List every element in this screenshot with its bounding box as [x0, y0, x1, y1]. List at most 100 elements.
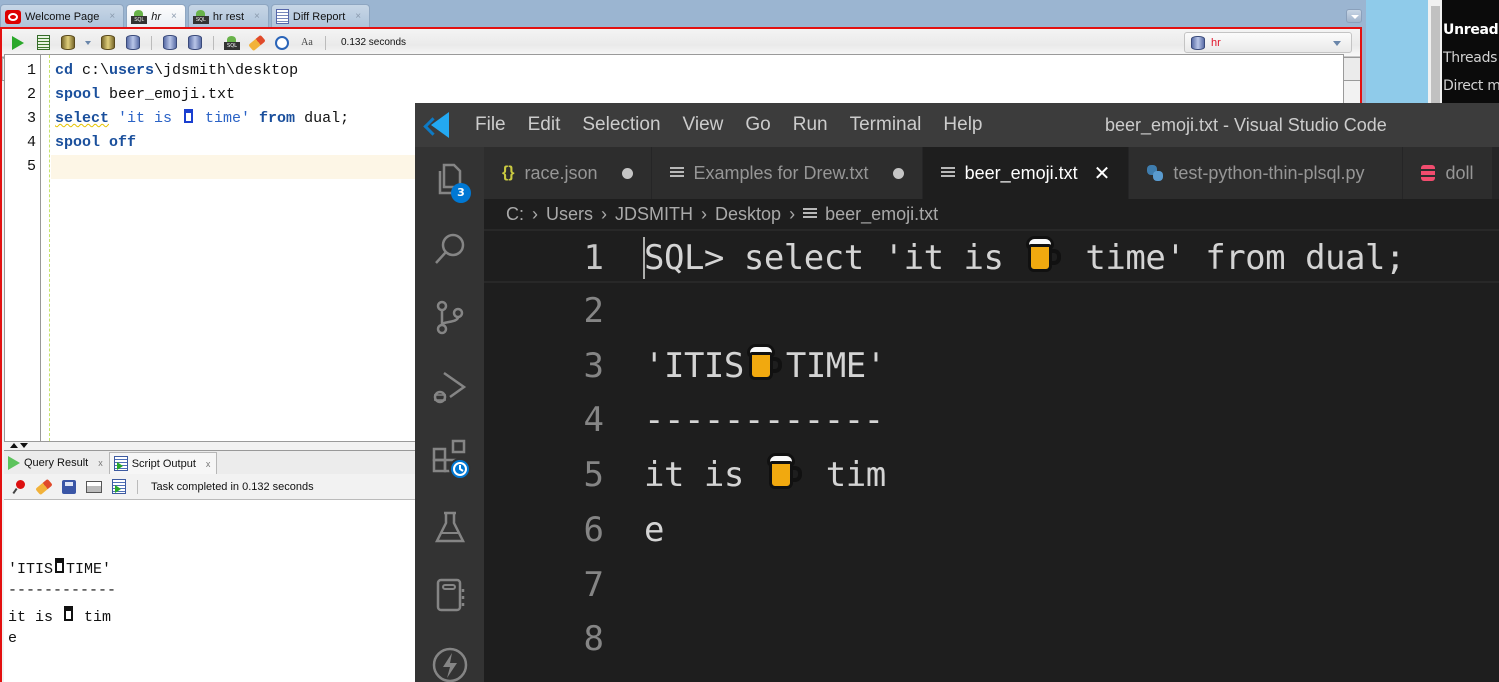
- azure-functions-button[interactable]: [432, 647, 468, 682]
- autotrace-dropdown[interactable]: [84, 34, 92, 52]
- oracle-icon: [5, 9, 21, 24]
- sidebar-item-unreads[interactable]: Unreads: [1443, 22, 1499, 38]
- explorer-button[interactable]: 3: [432, 161, 471, 203]
- save-output-button[interactable]: [60, 478, 78, 496]
- menu-view[interactable]: View: [683, 114, 724, 136]
- line-text: SQL> select 'it is time' from dual;: [644, 231, 1405, 285]
- close-icon[interactable]: ×: [171, 11, 177, 22]
- autotrace-button[interactable]: [59, 34, 77, 52]
- run-debug-button[interactable]: [432, 369, 468, 405]
- sql-worksheet-icon: [224, 35, 240, 50]
- tuning-advisor-icon: [126, 35, 140, 50]
- run-script-output-button[interactable]: [110, 478, 128, 496]
- sql-connection-icon: [131, 9, 148, 24]
- tab-diff-report[interactable]: Diff Report ×: [270, 4, 371, 28]
- title-bar: File Edit Selection View Go Run Terminal…: [415, 103, 1499, 147]
- close-icon[interactable]: x: [206, 459, 211, 469]
- code-text: tim: [805, 455, 886, 495]
- scrollbar-thumb[interactable]: [1431, 6, 1440, 103]
- sidebar-item-threads[interactable]: Threads: [1443, 50, 1497, 66]
- tab-hr-rest[interactable]: hr rest ×: [187, 4, 269, 28]
- tab-examples-for-drew[interactable]: Examples for Drew.txt: [651, 147, 923, 199]
- database-icon: [1421, 165, 1436, 181]
- line-number: 2: [583, 291, 604, 331]
- unrendered-emoji-glyph: [55, 558, 65, 573]
- breadcrumb-item[interactable]: C:: [506, 204, 524, 225]
- tab-hr[interactable]: hr ×: [126, 4, 186, 28]
- text-file-icon: [669, 167, 684, 179]
- source-control-button[interactable]: [432, 299, 468, 335]
- sql-tuning-button[interactable]: [124, 34, 142, 52]
- close-icon[interactable]: ✕: [1094, 161, 1111, 186]
- chevron-down-icon: [85, 40, 91, 45]
- close-icon[interactable]: ×: [254, 11, 260, 22]
- tab-label: hr: [151, 10, 162, 23]
- text-editor[interactable]: 1 SQL> select 'it is time' from dual; 2 …: [484, 229, 1499, 682]
- chevron-right-icon: ›: [701, 203, 708, 224]
- maximize-up-icon[interactable]: [10, 443, 18, 448]
- toolbar-separator: [151, 35, 152, 50]
- breadcrumb-item[interactable]: JDSMITH: [615, 204, 693, 225]
- search-button[interactable]: [432, 231, 468, 267]
- run-script-button[interactable]: [34, 34, 52, 52]
- editor-line: 6 e: [484, 503, 1499, 557]
- menu-file[interactable]: File: [475, 114, 506, 136]
- breadcrumb-item[interactable]: Desktop: [715, 204, 781, 225]
- notebook-icon: [436, 578, 465, 612]
- close-icon[interactable]: ×: [109, 11, 115, 22]
- tab-script-output[interactable]: Script Output x: [108, 452, 218, 474]
- print-icon: [86, 480, 102, 493]
- sidebar-item-direct-messages[interactable]: Direct messages: [1443, 78, 1499, 94]
- breadcrumb-item[interactable]: beer_emoji.txt: [825, 204, 938, 225]
- menu-run[interactable]: Run: [793, 114, 828, 136]
- toolbar-separator: [213, 35, 214, 50]
- eraser-icon: [248, 34, 266, 51]
- database-connection-icon: [1191, 35, 1205, 50]
- connection-select[interactable]: hr: [1184, 32, 1352, 53]
- tab-query-result[interactable]: Query Result x: [4, 452, 109, 474]
- unsaved-dot-icon[interactable]: [621, 167, 633, 179]
- tab-label: Diff Report: [292, 10, 346, 23]
- change-case-button[interactable]: Aa: [298, 34, 316, 52]
- menu-terminal[interactable]: Terminal: [850, 114, 922, 136]
- tab-label: Script Output: [131, 457, 196, 470]
- notebook-button[interactable]: [432, 577, 468, 613]
- extensions-button[interactable]: [432, 439, 471, 480]
- scrollbar[interactable]: [1428, 0, 1442, 103]
- unrendered-emoji-glyph: [184, 109, 194, 123]
- clear-output-button[interactable]: [35, 478, 53, 496]
- print-output-button[interactable]: [85, 478, 103, 496]
- minimize-down-icon[interactable]: [20, 443, 28, 448]
- desktop-background: [1366, 0, 1428, 103]
- tab-doll[interactable]: doll: [1403, 147, 1493, 199]
- sql-history-button[interactable]: [273, 34, 291, 52]
- close-icon[interactable]: x: [98, 458, 103, 468]
- clear-button[interactable]: [248, 34, 266, 52]
- sql-connection-icon: [192, 9, 209, 24]
- editor-line: 4 ------------: [484, 393, 1499, 447]
- commit-button[interactable]: [161, 34, 179, 52]
- tab-race-json[interactable]: {} race.json: [484, 147, 652, 199]
- menu-go[interactable]: Go: [745, 114, 770, 136]
- menu-help[interactable]: Help: [943, 114, 982, 136]
- freeze-output-button[interactable]: [10, 478, 28, 496]
- unsaved-dot-icon[interactable]: [892, 167, 904, 179]
- run-statement-button[interactable]: [9, 34, 27, 52]
- tab-test-python[interactable]: test-python-thin-plsql.py: [1129, 147, 1404, 199]
- explain-plan-button[interactable]: [99, 34, 117, 52]
- menu-selection[interactable]: Selection: [582, 114, 660, 136]
- tab-beer-emoji[interactable]: beer_emoji.txt ✕: [922, 147, 1130, 199]
- report-icon: [275, 9, 289, 24]
- unshared-worksheet-button[interactable]: [223, 34, 241, 52]
- search-icon: [435, 233, 465, 264]
- line-number: 3: [583, 346, 604, 386]
- menu-edit[interactable]: Edit: [528, 114, 561, 136]
- code-text: SQL> select 'it is: [644, 238, 1024, 278]
- close-icon[interactable]: ×: [355, 11, 361, 22]
- breadcrumb-item[interactable]: Users: [546, 204, 593, 225]
- tab-list-dropdown-button[interactable]: [1346, 9, 1362, 23]
- rollback-button[interactable]: [186, 34, 204, 52]
- testing-button[interactable]: [432, 509, 468, 545]
- line-text: e: [644, 510, 664, 550]
- tab-welcome-page[interactable]: Welcome Page ×: [0, 4, 125, 28]
